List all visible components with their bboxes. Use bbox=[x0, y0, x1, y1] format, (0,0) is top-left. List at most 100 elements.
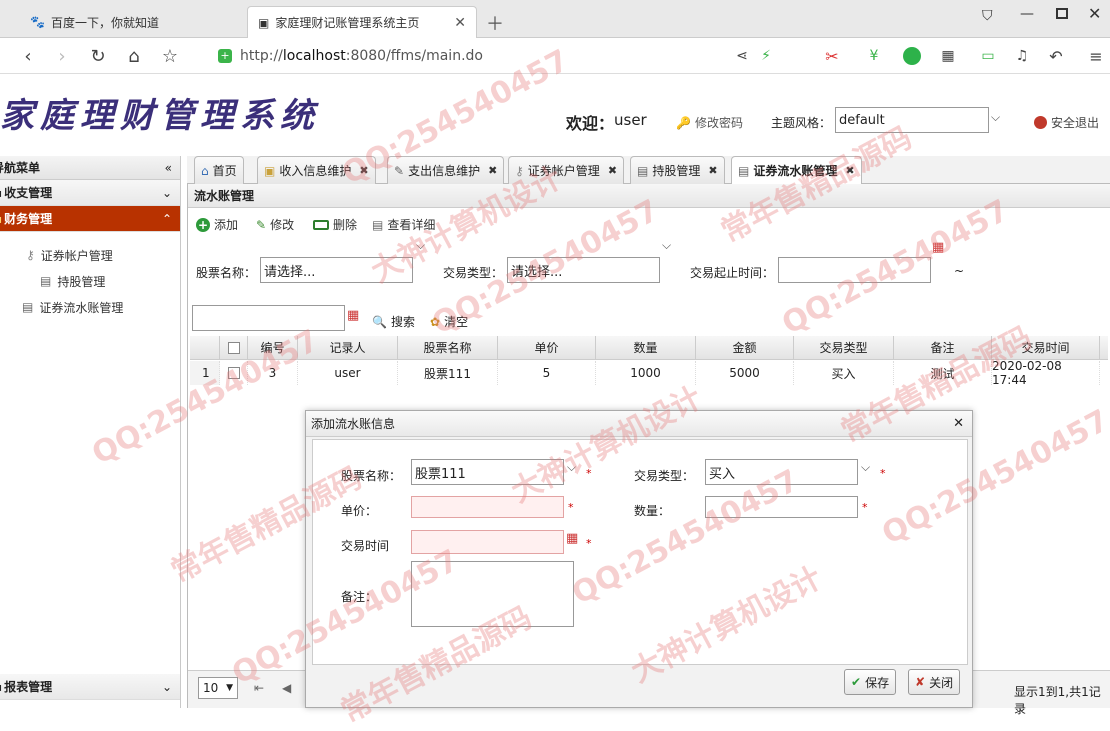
close-icon[interactable]: ✖ bbox=[359, 164, 368, 177]
menu-icon[interactable]: ≡ bbox=[1084, 44, 1108, 68]
dialog-remark-textarea[interactable] bbox=[411, 561, 574, 627]
chevron-down-icon[interactable]: ⌵ bbox=[662, 238, 671, 253]
dialog-price-label: 单价： bbox=[341, 504, 378, 518]
stock-name-select-value: 请选择... bbox=[264, 264, 316, 280]
chevron-down-icon[interactable]: ⌵ bbox=[567, 460, 576, 475]
table-header[interactable]: 数量 bbox=[596, 336, 696, 360]
tab-home[interactable]: ⌂ 首页 bbox=[194, 156, 244, 184]
page-size-select[interactable]: 10 ▼ bbox=[198, 677, 238, 699]
search-button[interactable]: 🔍 搜索 bbox=[372, 313, 415, 330]
required-mark: * bbox=[586, 467, 592, 480]
sidebar-group-reports[interactable]: ▪ 报表管理 ⌄ bbox=[0, 674, 180, 700]
share-icon[interactable]: ⋖ bbox=[730, 44, 754, 68]
clear-button[interactable]: ✿ 清空 bbox=[430, 313, 468, 330]
end-time-input[interactable] bbox=[192, 305, 345, 331]
prev-page-icon[interactable]: ◀ bbox=[282, 681, 291, 695]
table-header[interactable]: 编号 bbox=[248, 336, 298, 360]
dialog-qty-input[interactable] bbox=[705, 496, 858, 518]
add-button[interactable]: + 添加 bbox=[196, 216, 238, 233]
tab-label: 持股管理 bbox=[652, 164, 701, 178]
tab-expense[interactable]: ✎ 支出信息维护 ✖ bbox=[387, 156, 505, 184]
scissors-icon[interactable]: ✂ bbox=[820, 44, 844, 68]
trade-type-select[interactable]: 请选择... bbox=[507, 257, 660, 283]
dialog-qty-label: 数量： bbox=[634, 504, 671, 518]
theme-select[interactable]: default bbox=[835, 107, 989, 133]
back-icon[interactable]: ‹ bbox=[16, 44, 40, 68]
close-button[interactable]: ✘ 关闭 bbox=[908, 669, 961, 695]
collapse-icon[interactable]: « bbox=[165, 161, 172, 175]
apps-icon[interactable]: ▦ bbox=[936, 44, 960, 68]
chevron-down-icon[interactable]: ⌵ bbox=[416, 238, 425, 253]
key-icon: ⚷ bbox=[515, 163, 524, 178]
close-window-icon[interactable]: ✕ bbox=[1088, 4, 1101, 23]
close-icon[interactable]: ✖ bbox=[608, 164, 617, 177]
chevron-down-icon[interactable]: ⌵ bbox=[861, 460, 870, 475]
sidebar-group-finance[interactable]: ▪ 财务管理 ⌃ bbox=[0, 206, 180, 232]
browser-tab-main[interactable]: ▣ 家庭理财记账管理系统主页 ✕ bbox=[247, 6, 477, 38]
dialog-price-input[interactable] bbox=[411, 496, 564, 518]
dialog-type-select[interactable]: 买入 bbox=[705, 459, 858, 485]
forward-icon[interactable]: › bbox=[50, 44, 74, 68]
detail-button[interactable]: ▤ 查看详细 bbox=[372, 216, 435, 233]
stock-name-select[interactable]: 请选择... bbox=[260, 257, 413, 283]
table-header[interactable]: 记录人 bbox=[298, 336, 398, 360]
change-password-link[interactable]: 🔑 修改密码 bbox=[676, 114, 743, 131]
dialog-title: 添加流水账信息 bbox=[311, 417, 396, 431]
dialog-header: 添加流水账信息 ✕ bbox=[306, 411, 972, 437]
dialog-time-input[interactable] bbox=[411, 530, 564, 554]
close-icon[interactable]: ✖ bbox=[708, 164, 717, 177]
maximize-icon[interactable] bbox=[1056, 8, 1068, 19]
table-header[interactable]: 备注 bbox=[894, 336, 992, 360]
green-app-icon[interactable] bbox=[900, 44, 924, 68]
flash-icon[interactable]: ⚡ bbox=[754, 44, 778, 68]
battery-icon[interactable]: ▭ bbox=[976, 44, 1000, 68]
sidebar-item-label: 证券帐户管理 bbox=[40, 248, 113, 263]
table-header[interactable]: 交易类型 bbox=[794, 336, 894, 360]
required-mark: * bbox=[880, 467, 886, 480]
checkbox[interactable] bbox=[227, 341, 240, 354]
shield-icon[interactable]: ¥ bbox=[862, 44, 886, 68]
address-bar[interactable]: + http://localhost:8080/ffms/main.do bbox=[218, 44, 718, 68]
reload-icon[interactable]: ↻ bbox=[86, 44, 110, 68]
calendar-icon[interactable]: ▦ bbox=[347, 308, 359, 323]
table-header[interactable]: 单价 bbox=[498, 336, 596, 360]
tab-securities-account[interactable]: ⚷ 证券帐户管理 ✖ bbox=[508, 156, 625, 184]
chevron-down-icon: ⌄ bbox=[161, 679, 172, 694]
table-header-check[interactable] bbox=[220, 336, 248, 360]
logout-link[interactable]: 安全退出 bbox=[1034, 114, 1099, 131]
headphones-icon[interactable]: ♫ bbox=[1010, 44, 1034, 68]
close-icon[interactable]: ✕ bbox=[953, 416, 964, 431]
save-button[interactable]: ✔ 保存 bbox=[844, 669, 897, 695]
undo-icon[interactable]: ↶ bbox=[1044, 44, 1068, 68]
table-header[interactable]: 交易时间 bbox=[992, 336, 1100, 360]
sidebar-item-securities-account[interactable]: ⚷ 证券帐户管理 bbox=[0, 242, 180, 268]
tab-holdings[interactable]: ▤ 持股管理 ✖ bbox=[630, 156, 725, 184]
calendar-icon[interactable]: ▦ bbox=[932, 240, 944, 255]
table-header[interactable]: 股票名称 bbox=[398, 336, 498, 360]
first-page-icon[interactable]: ⇤ bbox=[254, 681, 264, 695]
row-checkbox[interactable] bbox=[220, 361, 248, 385]
delete-button[interactable]: 删除 bbox=[313, 216, 357, 233]
dialog-stock-select[interactable]: 股票111 bbox=[411, 459, 564, 485]
browser-tab-baidu[interactable]: 🐾 百度一下，你就知道 bbox=[20, 6, 245, 38]
checkbox[interactable] bbox=[227, 367, 240, 379]
sidebar-item-securities-journal[interactable]: ▤ 证券流水账管理 bbox=[0, 294, 180, 320]
shirt-icon[interactable]: ⛉ bbox=[982, 8, 993, 24]
table-header[interactable]: 金额 bbox=[696, 336, 794, 360]
tab-securities-journal[interactable]: ▤ 证券流水账管理 ✖ bbox=[731, 156, 862, 184]
sidebar-item-holdings[interactable]: ▤ 持股管理 bbox=[0, 268, 180, 294]
close-icon[interactable]: ✖ bbox=[845, 164, 854, 177]
home-icon[interactable]: ⌂ bbox=[122, 44, 146, 68]
sidebar-group-label: 报表管理 bbox=[4, 680, 53, 694]
minimize-icon[interactable]: — bbox=[1020, 6, 1034, 22]
star-icon[interactable]: ☆ bbox=[158, 44, 182, 68]
close-icon[interactable]: ✖ bbox=[488, 164, 497, 177]
close-tab-icon[interactable]: ✕ bbox=[454, 15, 466, 31]
start-time-input[interactable] bbox=[778, 257, 931, 283]
new-tab-icon[interactable]: ＋ bbox=[486, 10, 504, 36]
sidebar-group-income-expense[interactable]: ▪ 收支管理 ⌄ bbox=[0, 180, 180, 206]
edit-button[interactable]: ✎ 修改 bbox=[256, 216, 294, 233]
calendar-icon[interactable]: ▦ bbox=[566, 531, 578, 546]
chevron-down-icon[interactable]: ⌵ bbox=[991, 110, 1000, 125]
tab-income[interactable]: ▣ 收入信息维护 ✖ bbox=[257, 156, 376, 184]
